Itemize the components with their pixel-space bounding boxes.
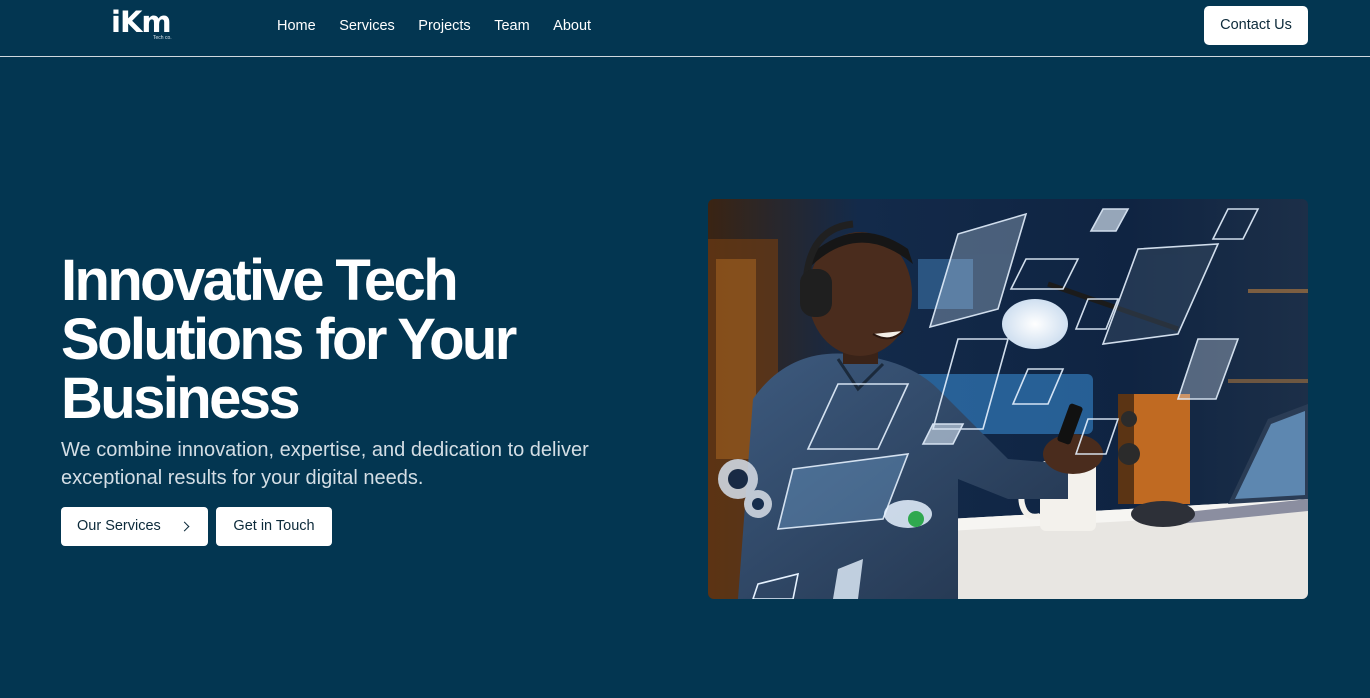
logo[interactable]: iKm Tech co.	[111, 4, 183, 44]
nav-home[interactable]: Home	[277, 16, 316, 36]
get-in-touch-button[interactable]: Get in Touch	[216, 507, 332, 546]
hero-photo-illustration	[708, 199, 1308, 599]
our-services-label: Our Services	[77, 518, 161, 534]
nav-about[interactable]: About	[553, 16, 591, 36]
hero-title-line-3: Business	[61, 366, 301, 431]
get-in-touch-label: Get in Touch	[233, 518, 315, 534]
chevron-right-icon	[179, 521, 190, 532]
hero-title-line-1: Innovative Tech	[61, 248, 459, 313]
nav-services[interactable]: Services	[339, 16, 395, 36]
hero-subtitle: We combine innovation, expertise, and de…	[61, 439, 589, 489]
hero-actions: Our Services Get in Touch	[61, 507, 332, 546]
site-header: iKm Tech co. Home Services Projects Team…	[0, 0, 1370, 57]
hero-title: Innovative Tech Solutions for Your Busines…	[61, 251, 661, 428]
hero-title-line-2: Solutions for Your	[61, 307, 517, 372]
hero-image	[708, 199, 1308, 599]
our-services-button[interactable]: Our Services	[61, 507, 208, 546]
logo-subtext: Tech co.	[153, 35, 172, 41]
main-nav: Home Services Projects Team About	[277, 16, 615, 36]
nav-projects[interactable]: Projects	[418, 16, 470, 36]
nav-team[interactable]: Team	[494, 16, 529, 36]
contact-us-button[interactable]: Contact Us	[1204, 6, 1308, 45]
